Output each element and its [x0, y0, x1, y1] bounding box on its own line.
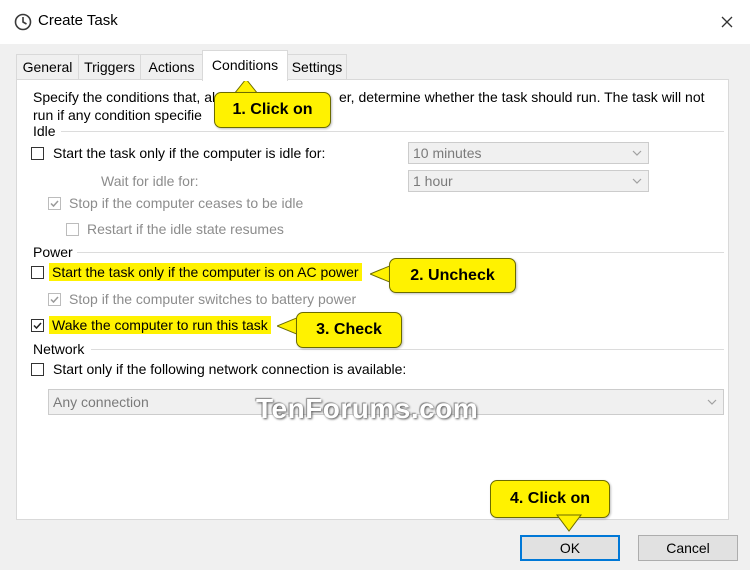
network-label: Start only if the following network conn… — [53, 361, 407, 377]
window-title: Create Task — [38, 12, 118, 29]
tab-conditions[interactable]: Conditions — [202, 50, 288, 81]
checkmark-icon — [50, 200, 59, 208]
callout-step1: 1. Click on — [214, 92, 331, 128]
chevron-down-icon — [632, 178, 642, 184]
ac-power-checkbox[interactable] — [31, 266, 44, 279]
idle-duration-select[interactable]: 10 minutes — [408, 142, 649, 164]
network-connection-value: Any connection — [53, 394, 149, 410]
cancel-button[interactable]: Cancel — [638, 535, 738, 561]
tab-actions[interactable]: Actions — [140, 54, 203, 79]
wait-duration-value: 1 hour — [413, 173, 453, 189]
checkmark-icon — [50, 296, 59, 304]
chevron-down-icon — [632, 150, 642, 156]
wake-to-run-checkbox[interactable] — [31, 319, 44, 332]
ac-power-label: Start the task only if the computer is o… — [49, 263, 362, 281]
idle-start-label: Start the task only if the computer is i… — [53, 145, 326, 161]
idle-start-checkbox[interactable] — [31, 147, 44, 160]
network-section-header: Network — [33, 341, 85, 357]
idle-divider — [61, 131, 724, 132]
tab-triggers[interactable]: Triggers — [78, 54, 141, 79]
title-bar: Create Task — [0, 0, 750, 44]
intro-text-line1b: er, determine whether the task should ru… — [339, 89, 705, 105]
power-section-header: Power — [33, 244, 73, 260]
tab-settings[interactable]: Settings — [287, 54, 347, 79]
close-icon[interactable] — [716, 11, 738, 33]
callout-step4: 4. Click on — [490, 480, 610, 518]
stop-if-ceases-checkbox[interactable] — [48, 197, 61, 210]
wait-idle-label: Wait for idle for: — [101, 173, 199, 189]
tab-general[interactable]: General — [16, 54, 79, 79]
network-divider — [91, 349, 724, 350]
idle-section-header: Idle — [33, 123, 56, 139]
stop-on-battery-checkbox[interactable] — [48, 293, 61, 306]
checkmark-icon — [33, 322, 42, 330]
task-scheduler-icon — [14, 13, 32, 31]
restart-if-resumes-checkbox[interactable] — [66, 223, 79, 236]
network-checkbox[interactable] — [31, 363, 44, 376]
watermark-text: TenForums.com — [256, 393, 479, 424]
chevron-down-icon — [707, 399, 717, 405]
intro-text-line2: run if any condition specifie — [33, 107, 202, 123]
restart-if-resumes-label: Restart if the idle state resumes — [87, 221, 284, 237]
create-task-dialog: Create Task General Triggers Actions Con… — [0, 0, 750, 570]
conditions-panel: Specify the conditions that, al er, dete… — [16, 79, 729, 520]
intro-text-line1a: Specify the conditions that, al — [33, 89, 216, 105]
callout-pointer — [556, 514, 582, 532]
stop-if-ceases-label: Stop if the computer ceases to be idle — [69, 195, 304, 211]
stop-on-battery-label: Stop if the computer switches to battery… — [69, 291, 357, 307]
idle-duration-value: 10 minutes — [413, 145, 482, 161]
wake-to-run-label: Wake the computer to run this task — [49, 316, 271, 334]
callout-step3: 3. Check — [296, 312, 402, 348]
wait-duration-select[interactable]: 1 hour — [408, 170, 649, 192]
ok-button[interactable]: OK — [520, 535, 620, 561]
callout-step2: 2. Uncheck — [389, 258, 516, 293]
power-divider — [77, 252, 724, 253]
